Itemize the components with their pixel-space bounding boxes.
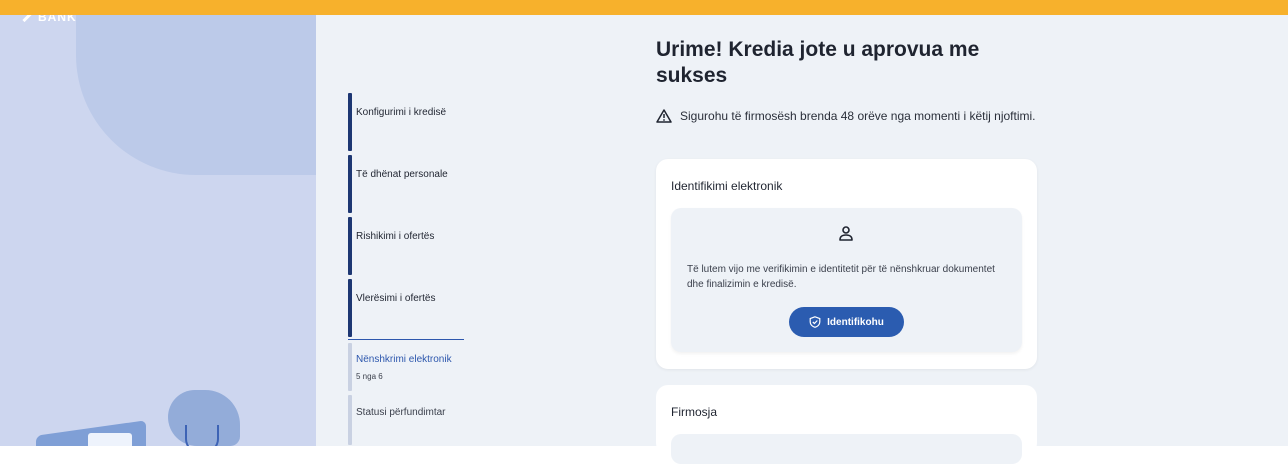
brand-logo-text: BANK [38,15,77,24]
step-indicator [348,93,352,151]
paper-illustration [88,433,132,446]
step-counter: 5 nga 6 [356,372,383,381]
step-indicator [348,155,352,213]
step-indicator [348,279,352,337]
warning-icon [656,109,672,123]
step-offer-evaluation: Vlerësimi i ofertës [348,279,466,337]
step-credit-configuration: Konfigurimi i kredisë [348,93,466,151]
shield-check-icon [809,316,821,328]
step-label: Vlerësimi i ofertës [356,293,436,304]
step-indicator [348,217,352,275]
step-personal-data: Të dhënat personale [348,155,466,213]
tree-stem-illustration [185,425,219,446]
identify-button[interactable]: Identifikohu [789,307,904,337]
step-label: Konfigurimi i kredisë [356,107,447,118]
identification-instructions: Të lutem vijo me verifikimin e identitet… [687,264,995,290]
pencil-icon [22,15,32,22]
step-offer-review: Rishikimi i ofertës [348,217,466,275]
user-icon [839,226,853,241]
card-title: Identifikimi elektronik [671,179,783,193]
step-label: Rishikimi i ofertës [356,231,435,242]
top-accent-bar [0,0,1288,15]
page-right-edge [1278,15,1288,446]
step-indicator [348,395,352,445]
signing-panel [671,434,1022,464]
identify-button-label: Identifikohu [827,316,884,328]
signing-deadline-notice: Sigurohu të firmosësh brenda 48 orëve ng… [656,108,1036,125]
warning-text: Sigurohu të firmosësh brenda 48 orëve ng… [680,109,1036,123]
step-label: Statusi përfundimtar [356,407,446,418]
decorative-blob [76,15,316,175]
step-label: Të dhënat personale [356,169,448,180]
signing-card: Firmosja [656,385,1037,464]
progress-steps: Konfigurimi i kredisë Të dhënat personal… [348,93,466,445]
page-title: Urime! Kredia jote u aprovua me sukses [656,38,980,87]
step-final-status: Statusi përfundimtar [348,395,466,445]
electronic-identification-card: Identifikimi elektronik Të lutem vijo me… [656,159,1037,369]
step-label: Nënshkrimi elektronik [356,354,452,365]
identification-panel: Të lutem vijo me verifikimin e identitet… [671,208,1022,352]
card-title: Firmosja [671,405,718,419]
active-step-divider [348,339,464,340]
brand-logo[interactable]: BANK [22,15,142,25]
step-indicator [348,343,352,391]
step-electronic-signature: Nënshkrimi elektronik 5 nga 6 [348,343,466,391]
illustration-panel: BANK [0,15,316,446]
